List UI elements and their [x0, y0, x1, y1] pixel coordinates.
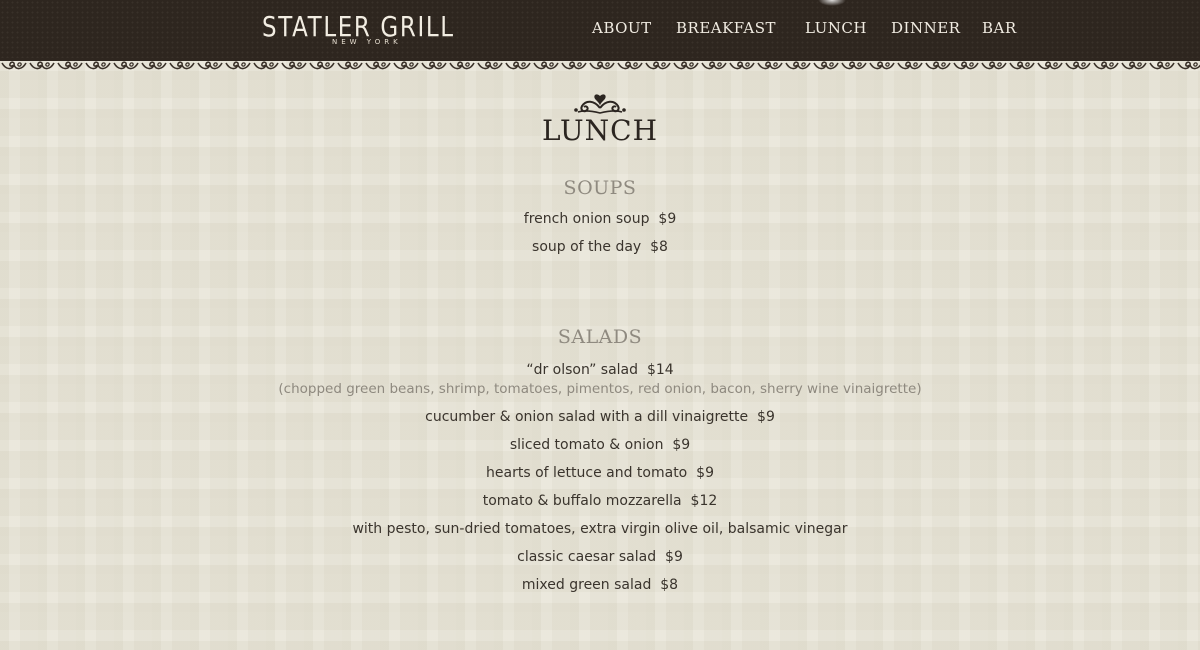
menu-item-name: mixed green salad — [521, 577, 652, 593]
menu-item: cucumber & onion salad with a dill vinai… — [0, 409, 1200, 425]
nav-item-dinner[interactable]: DINNER — [891, 19, 960, 37]
menu-item-price: $9 — [696, 465, 714, 481]
scroll-border-ornament — [0, 58, 1200, 72]
menu-item-price: $8 — [660, 577, 679, 593]
menu-item-name: with pesto, sun-dried tomatoes, extra vi… — [352, 521, 848, 537]
logo[interactable]: STATLER GRILL NEW YORK — [262, 10, 453, 50]
menu-item-name: hearts of lettuce and tomato — [486, 465, 688, 481]
menu-item-description: (chopped green beans, shrimp, tomatoes, … — [278, 381, 922, 397]
menu-item-name: “dr olson” salad — [526, 362, 639, 378]
menu-item-price: $14 — [646, 362, 674, 378]
menu-item-price: $8 — [650, 239, 668, 255]
nav-item-about[interactable]: ABOUT — [592, 19, 652, 37]
menu-item: “dr olson” salad $14 — [0, 362, 1200, 378]
site-header: STATLER GRILL NEW YORK ABOUT BREAKFAST L… — [0, 0, 1200, 60]
menu-item-price: $9 — [672, 437, 691, 453]
menu-item-name: french onion soup — [523, 211, 650, 227]
menu-item: with pesto, sun-dried tomatoes, extra vi… — [0, 521, 1200, 537]
page-title: LUNCH — [541, 114, 658, 147]
menu-item-name: sliced tomato & onion — [509, 437, 664, 453]
nav-item-lunch[interactable]: LUNCH — [805, 19, 867, 37]
header-light-glow — [818, 0, 846, 6]
nav-item-bar[interactable]: BAR — [982, 19, 1017, 37]
section-heading-soups: SOUPS — [563, 177, 637, 199]
menu-item: tomato & buffalo mozzarella $12 — [0, 493, 1200, 509]
menu-item-price: $9 — [658, 211, 677, 227]
menu-item-price: $9 — [665, 549, 683, 565]
menu-item-price: $9 — [757, 409, 775, 425]
nav-item-breakfast[interactable]: BREAKFAST — [676, 19, 776, 37]
menu-item-price: $12 — [690, 493, 718, 509]
menu-item: french onion soup $9 — [0, 211, 1200, 227]
flourish-ornament-icon — [574, 94, 626, 114]
menu-item-name: classic caesar salad — [517, 549, 657, 565]
logo-subtext: NEW YORK — [332, 38, 402, 46]
menu-item-name: tomato & buffalo mozzarella — [482, 493, 682, 509]
section-heading-salads: SALADS — [557, 326, 643, 348]
menu-item: soup of the day $8 — [0, 239, 1200, 255]
menu-item: mixed green salad $8 — [0, 577, 1200, 593]
menu-item-name: soup of the day — [532, 239, 642, 255]
menu-item-name: cucumber & onion salad with a dill vinai… — [425, 409, 749, 425]
menu-item: hearts of lettuce and tomato $9 — [0, 465, 1200, 481]
menu-item: classic caesar salad $9 — [0, 549, 1200, 565]
menu-item: sliced tomato & onion $9 — [0, 437, 1200, 453]
